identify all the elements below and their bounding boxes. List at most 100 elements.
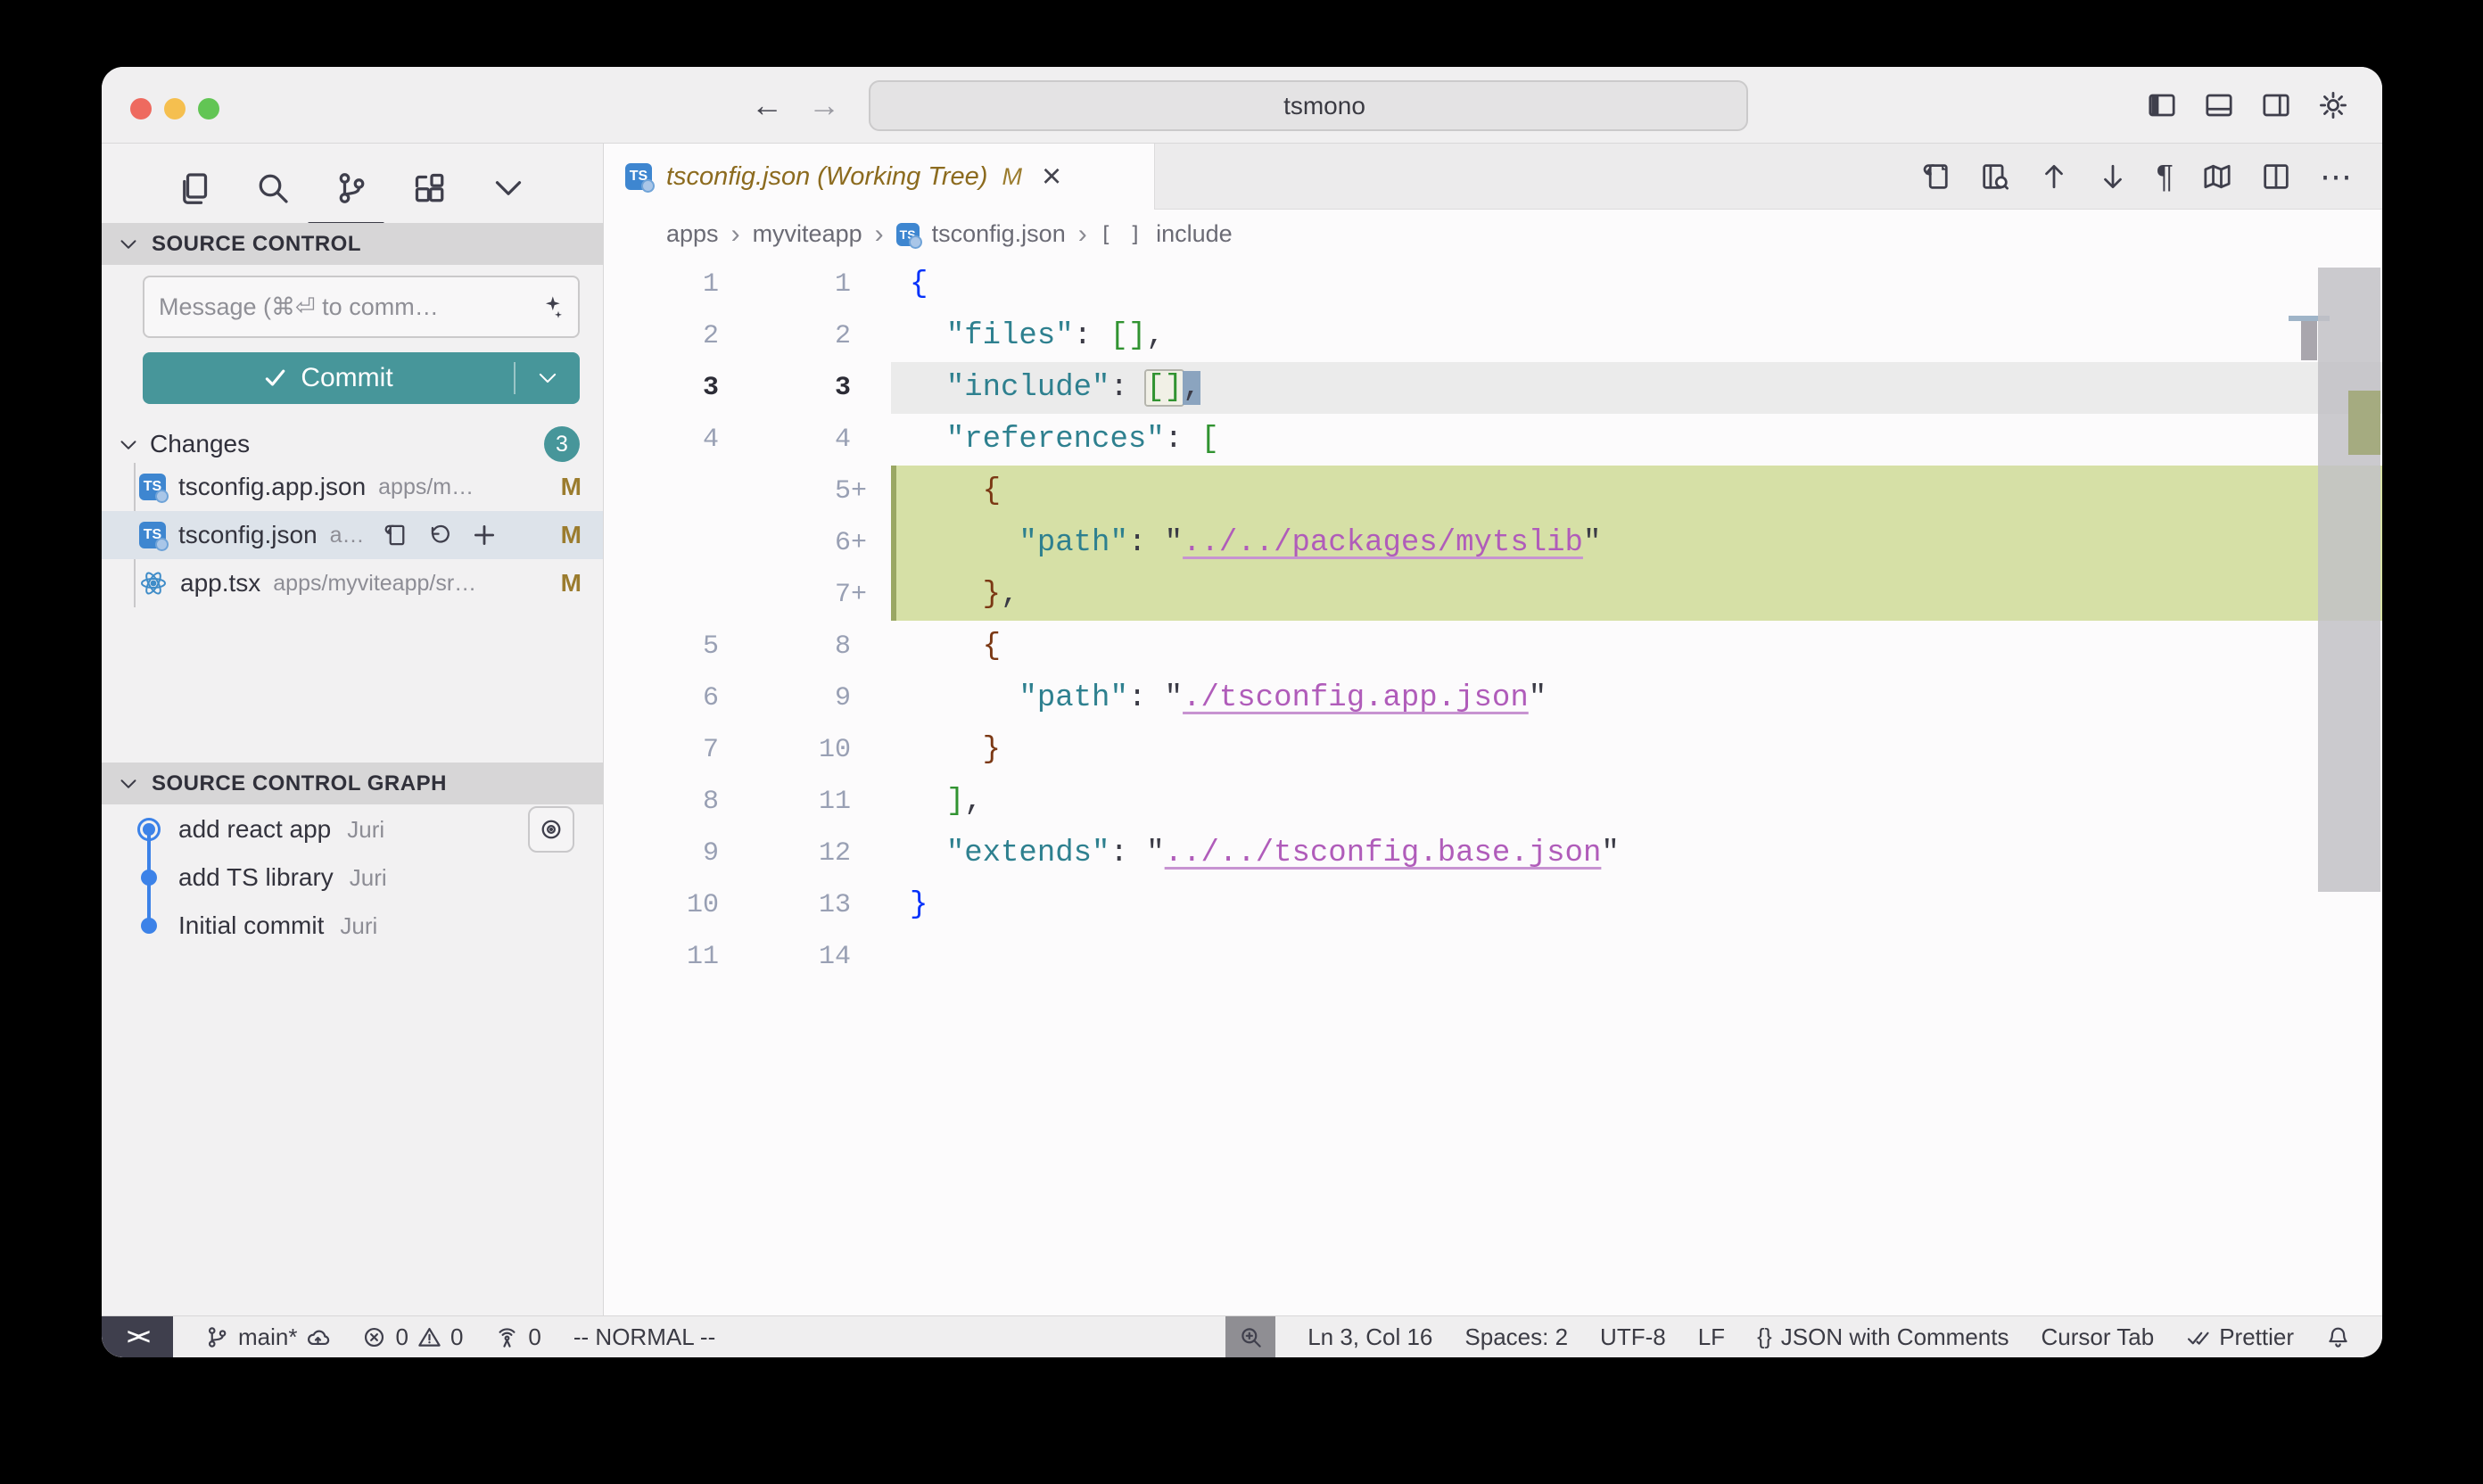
open-preview-icon[interactable] [1980, 161, 2010, 192]
open-changes-icon[interactable] [1921, 161, 1951, 192]
error-circle-icon [362, 1325, 386, 1349]
source-control-header[interactable]: SOURCE CONTROL [102, 223, 603, 265]
code-line-14[interactable]: 1114 [604, 931, 2382, 983]
status-encoding[interactable]: UTF-8 [1600, 1316, 1666, 1357]
split-editor-icon[interactable] [2261, 161, 2291, 192]
commit-message-input[interactable]: Message (⌘⏎ to comm… [143, 276, 580, 338]
open-file-icon[interactable] [383, 523, 408, 548]
new-line-number: 13 [742, 879, 867, 931]
array-symbol-icon: [ ] [1100, 222, 1143, 247]
changes-section-header[interactable]: Changes 3 [102, 425, 603, 463]
more-actions-icon[interactable]: ⋯ [2320, 158, 2352, 195]
search-view-icon[interactable] [255, 170, 291, 206]
code-text: "files": [], [910, 310, 1165, 362]
status-branch-status[interactable]: main* [205, 1316, 330, 1357]
code-line-5[interactable]: 5+ { [604, 466, 2382, 517]
explorer-icon[interactable] [177, 170, 212, 206]
commit-button[interactable]: Commit [143, 352, 580, 404]
status-formatter[interactable]: Prettier [2186, 1316, 2294, 1357]
close-window-button[interactable] [130, 98, 152, 120]
next-change-icon[interactable] [2098, 161, 2128, 192]
discard-icon[interactable] [427, 523, 452, 548]
file-row-app.tsx[interactable]: app.tsxapps/myviteapp/sr…M [102, 559, 603, 607]
file-row-tsconfig.app.json[interactable]: TStsconfig.app.jsonapps/m…M [102, 463, 603, 511]
extensions-icon[interactable] [412, 170, 448, 206]
source-control-graph-header[interactable]: SOURCE CONTROL GRAPH [102, 763, 603, 804]
goto-commit-button[interactable] [528, 806, 574, 853]
status-ports[interactable]: 0 [495, 1316, 540, 1357]
status-eol[interactable]: LF [1698, 1316, 1725, 1357]
file-name: tsconfig.app.json [178, 473, 366, 501]
status-language-mode[interactable]: {}JSON with Comments [1757, 1316, 2009, 1357]
status-zoom-indicator[interactable] [1225, 1316, 1275, 1357]
map-icon[interactable] [2202, 161, 2232, 192]
breadcrumb-item-tsconfig.json[interactable]: tsconfig.json [932, 220, 1066, 248]
code-line-7[interactable]: 7+ }, [604, 569, 2382, 621]
commit-row[interactable]: add TS libraryJuri [102, 853, 603, 902]
old-line-number: 9 [604, 828, 719, 879]
toggle-primary-sidebar-icon[interactable] [2147, 90, 2177, 120]
command-center-search[interactable]: tsmono [869, 80, 1748, 131]
tab-close-icon[interactable]: × [1042, 160, 1061, 194]
source-control-icon[interactable] [334, 170, 369, 206]
commit-row[interactable]: Initial commitJuri [102, 902, 603, 950]
zoom-window-button[interactable] [198, 98, 219, 120]
back-button[interactable]: ← [751, 87, 783, 124]
commit-row[interactable]: add react appJuri [102, 805, 603, 853]
breadcrumb-item-include[interactable]: include [1156, 220, 1233, 248]
line-background [891, 879, 2382, 931]
code-line-4[interactable]: 44 "references": [ [604, 414, 2382, 466]
tab-tsconfig-working-tree[interactable]: TS tsconfig.json (Working Tree) M × [604, 144, 1155, 210]
commit-dropdown-button[interactable] [516, 367, 580, 390]
code-line-3[interactable]: 33 "include": [], [604, 362, 2382, 414]
new-line-number: 8 [742, 621, 867, 672]
status-indentation[interactable]: Spaces: 2 [1464, 1316, 1568, 1357]
new-line-number: 9 [742, 672, 867, 724]
breadcrumb-item-myviteapp[interactable]: myviteapp [753, 220, 862, 248]
forward-button[interactable]: → [808, 87, 840, 124]
zoom-in-icon [1239, 1325, 1263, 1349]
file-row-actions [383, 523, 497, 548]
status-text: 0 [450, 1323, 463, 1351]
pilcrow-icon[interactable]: ¶ [2157, 158, 2174, 195]
code-line-1[interactable]: 11{ [604, 259, 2382, 310]
code-line-12[interactable]: 912 "extends": "../../tsconfig.base.json… [604, 828, 2382, 879]
code-line-2[interactable]: 22 "files": [], [604, 310, 2382, 362]
code-line-11[interactable]: 811 ], [604, 776, 2382, 828]
sparkle-icon[interactable] [537, 293, 564, 320]
minimize-window-button[interactable] [164, 98, 186, 120]
status-text: 0 [395, 1323, 408, 1351]
changes-label: Changes [150, 430, 250, 458]
editor-content[interactable]: 11{22 "files": [],33 "include": [],44 "r… [604, 259, 2382, 1315]
editor-scrollbar[interactable] [2318, 268, 2380, 892]
old-line-number: 10 [604, 879, 719, 931]
stage-icon[interactable] [472, 523, 497, 548]
code-line-10[interactable]: 710 } [604, 724, 2382, 776]
toggle-panel-icon[interactable] [2204, 90, 2234, 120]
toggle-secondary-sidebar-icon[interactable] [2261, 90, 2291, 120]
code-line-9[interactable]: 69 "path": "./tsconfig.app.json" [604, 672, 2382, 724]
code-text: "path": "./tsconfig.app.json" [910, 672, 1547, 724]
status-remote-indicator[interactable]: >< [102, 1316, 173, 1357]
code-line-6[interactable]: 6+ "path": "../../packages/mytslib" [604, 517, 2382, 569]
commit-author: Juri [350, 864, 387, 892]
braces-icon: {} [1757, 1324, 1772, 1350]
old-line-number [604, 569, 719, 621]
status-cursor-position[interactable]: Ln 3, Col 16 [1307, 1316, 1432, 1357]
code-line-13[interactable]: 1013} [604, 879, 2382, 931]
status-cursor-tab[interactable]: Cursor Tab [2042, 1316, 2155, 1357]
file-name: app.tsx [180, 569, 260, 598]
status-notifications[interactable] [2326, 1316, 2350, 1357]
vim-block-cursor: , [1183, 371, 1200, 405]
file-row-tsconfig.json[interactable]: TStsconfig.jsona…M [102, 511, 603, 559]
new-line-number: 12 [742, 828, 867, 879]
status-vim-mode[interactable]: -- NORMAL -- [573, 1316, 715, 1357]
new-line-number: 1 [742, 259, 867, 310]
code-line-8[interactable]: 58 { [604, 621, 2382, 672]
settings-gear-icon[interactable] [2318, 90, 2348, 120]
previous-change-icon[interactable] [2039, 161, 2069, 192]
breadcrumb: apps›myviteapp›TStsconfig.json›[ ]includ… [604, 210, 2382, 259]
status-problems[interactable]: 00 [362, 1316, 463, 1357]
breadcrumb-item-apps[interactable]: apps [666, 220, 719, 248]
more-views-chevron-icon[interactable] [491, 170, 526, 206]
